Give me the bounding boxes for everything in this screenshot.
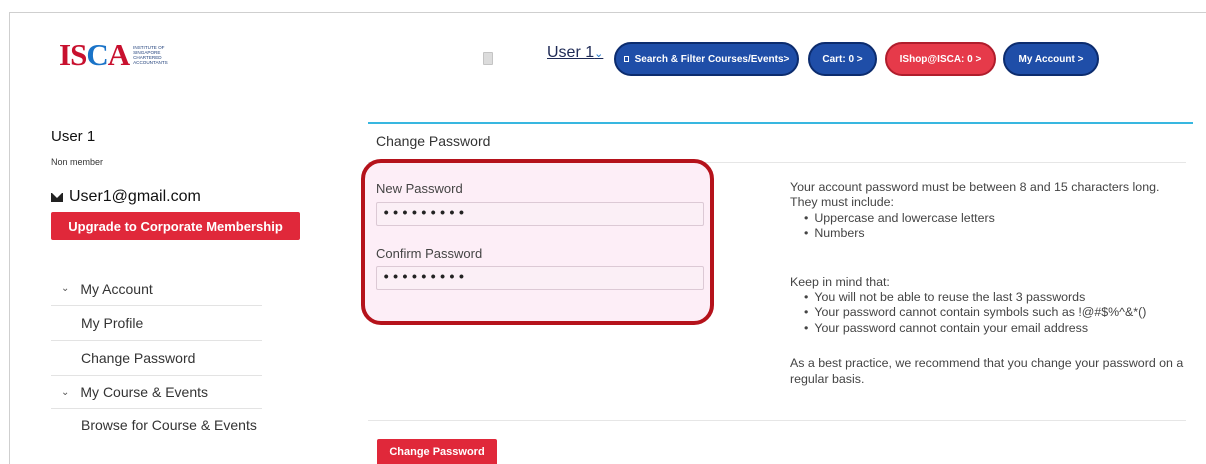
my-account-label: My Account > [1018,53,1084,65]
requirements-intro: Your account password must be between 8 … [790,180,1160,210]
new-password-label: New Password [376,181,463,196]
my-account-button[interactable]: My Account > [1003,42,1099,76]
best-practice-note: As a best practice, we recommend that yo… [790,356,1184,386]
sidebar-item-my-profile[interactable]: My Profile [51,305,262,340]
sidebar-menu: ⌄ My Account My Profile Change Password … [51,272,262,460]
requirements-list: Uppercase and lowercase letters Numbers [804,211,1190,242]
cart-label: Cart: 0 > [822,53,863,65]
ishop-label: IShop@ISCA: 0 > [899,53,982,65]
sidebar-user-name: User 1 [51,128,96,145]
sidebar-group-my-account[interactable]: ⌄ My Account [51,272,262,305]
confirm-password-label: Confirm Password [376,246,483,261]
rules-list: You will not be able to reuse the last 3… [804,290,1190,336]
envelope-icon [51,192,63,202]
keep-in-mind-heading: Keep in mind that: [790,274,890,289]
sidebar-email: User1@gmail.com [51,188,201,206]
avatar[interactable] [483,52,493,65]
panel-title: Change Password [376,133,491,149]
sidebar-group-course-events[interactable]: ⌄ My Course & Events [51,375,262,408]
search-filter-label: Search & Filter Courses/Events> [634,53,790,65]
logo-wordmark: ISCA [59,37,130,72]
chevron-down-icon: ⌄ [594,48,604,60]
sidebar-group-label: My Account [80,280,153,297]
confirm-password-field[interactable]: ••••••••• [376,266,704,290]
list-item: Numbers [804,226,1190,241]
sidebar-group-label: My Course & Events [80,384,208,400]
sidebar-item-browse-courses[interactable]: Browse for Course & Events [51,408,262,460]
email-text: User1@gmail.com [69,188,201,205]
upgrade-membership-button[interactable]: Upgrade to Corporate Membership [51,212,300,240]
list-item: Uppercase and lowercase letters [804,211,1190,226]
membership-status: Non member [51,157,104,167]
user-menu-label: User 1 [547,44,595,61]
logo-subtitle: Institute of Singapore Chartered Account… [133,45,168,65]
sidebar-item-change-password[interactable]: Change Password [51,340,262,375]
list-item: Your password cannot contain symbols suc… [804,305,1190,320]
password-requirements: Your account password must be between 8 … [790,180,1190,387]
user-menu-link[interactable]: User 1⌄ [547,44,603,62]
isca-logo[interactable]: ISCA Institute of Singapore Chartered Ac… [59,37,179,73]
search-icon [623,56,629,62]
change-password-button[interactable]: Change Password [377,439,497,464]
cart-button[interactable]: Cart: 0 > [808,42,877,76]
list-item: Your password cannot contain your email … [804,321,1190,336]
panel-divider [368,420,1186,421]
chevron-down-icon: ⌄ [61,386,70,398]
chevron-down-icon: ⌄ [61,283,70,294]
list-item: You will not be able to reuse the last 3… [804,290,1190,305]
new-password-field[interactable]: ••••••••• [376,202,704,226]
search-filter-button[interactable]: Search & Filter Courses/Events> [614,42,799,76]
ishop-button[interactable]: IShop@ISCA: 0 > [885,42,996,76]
